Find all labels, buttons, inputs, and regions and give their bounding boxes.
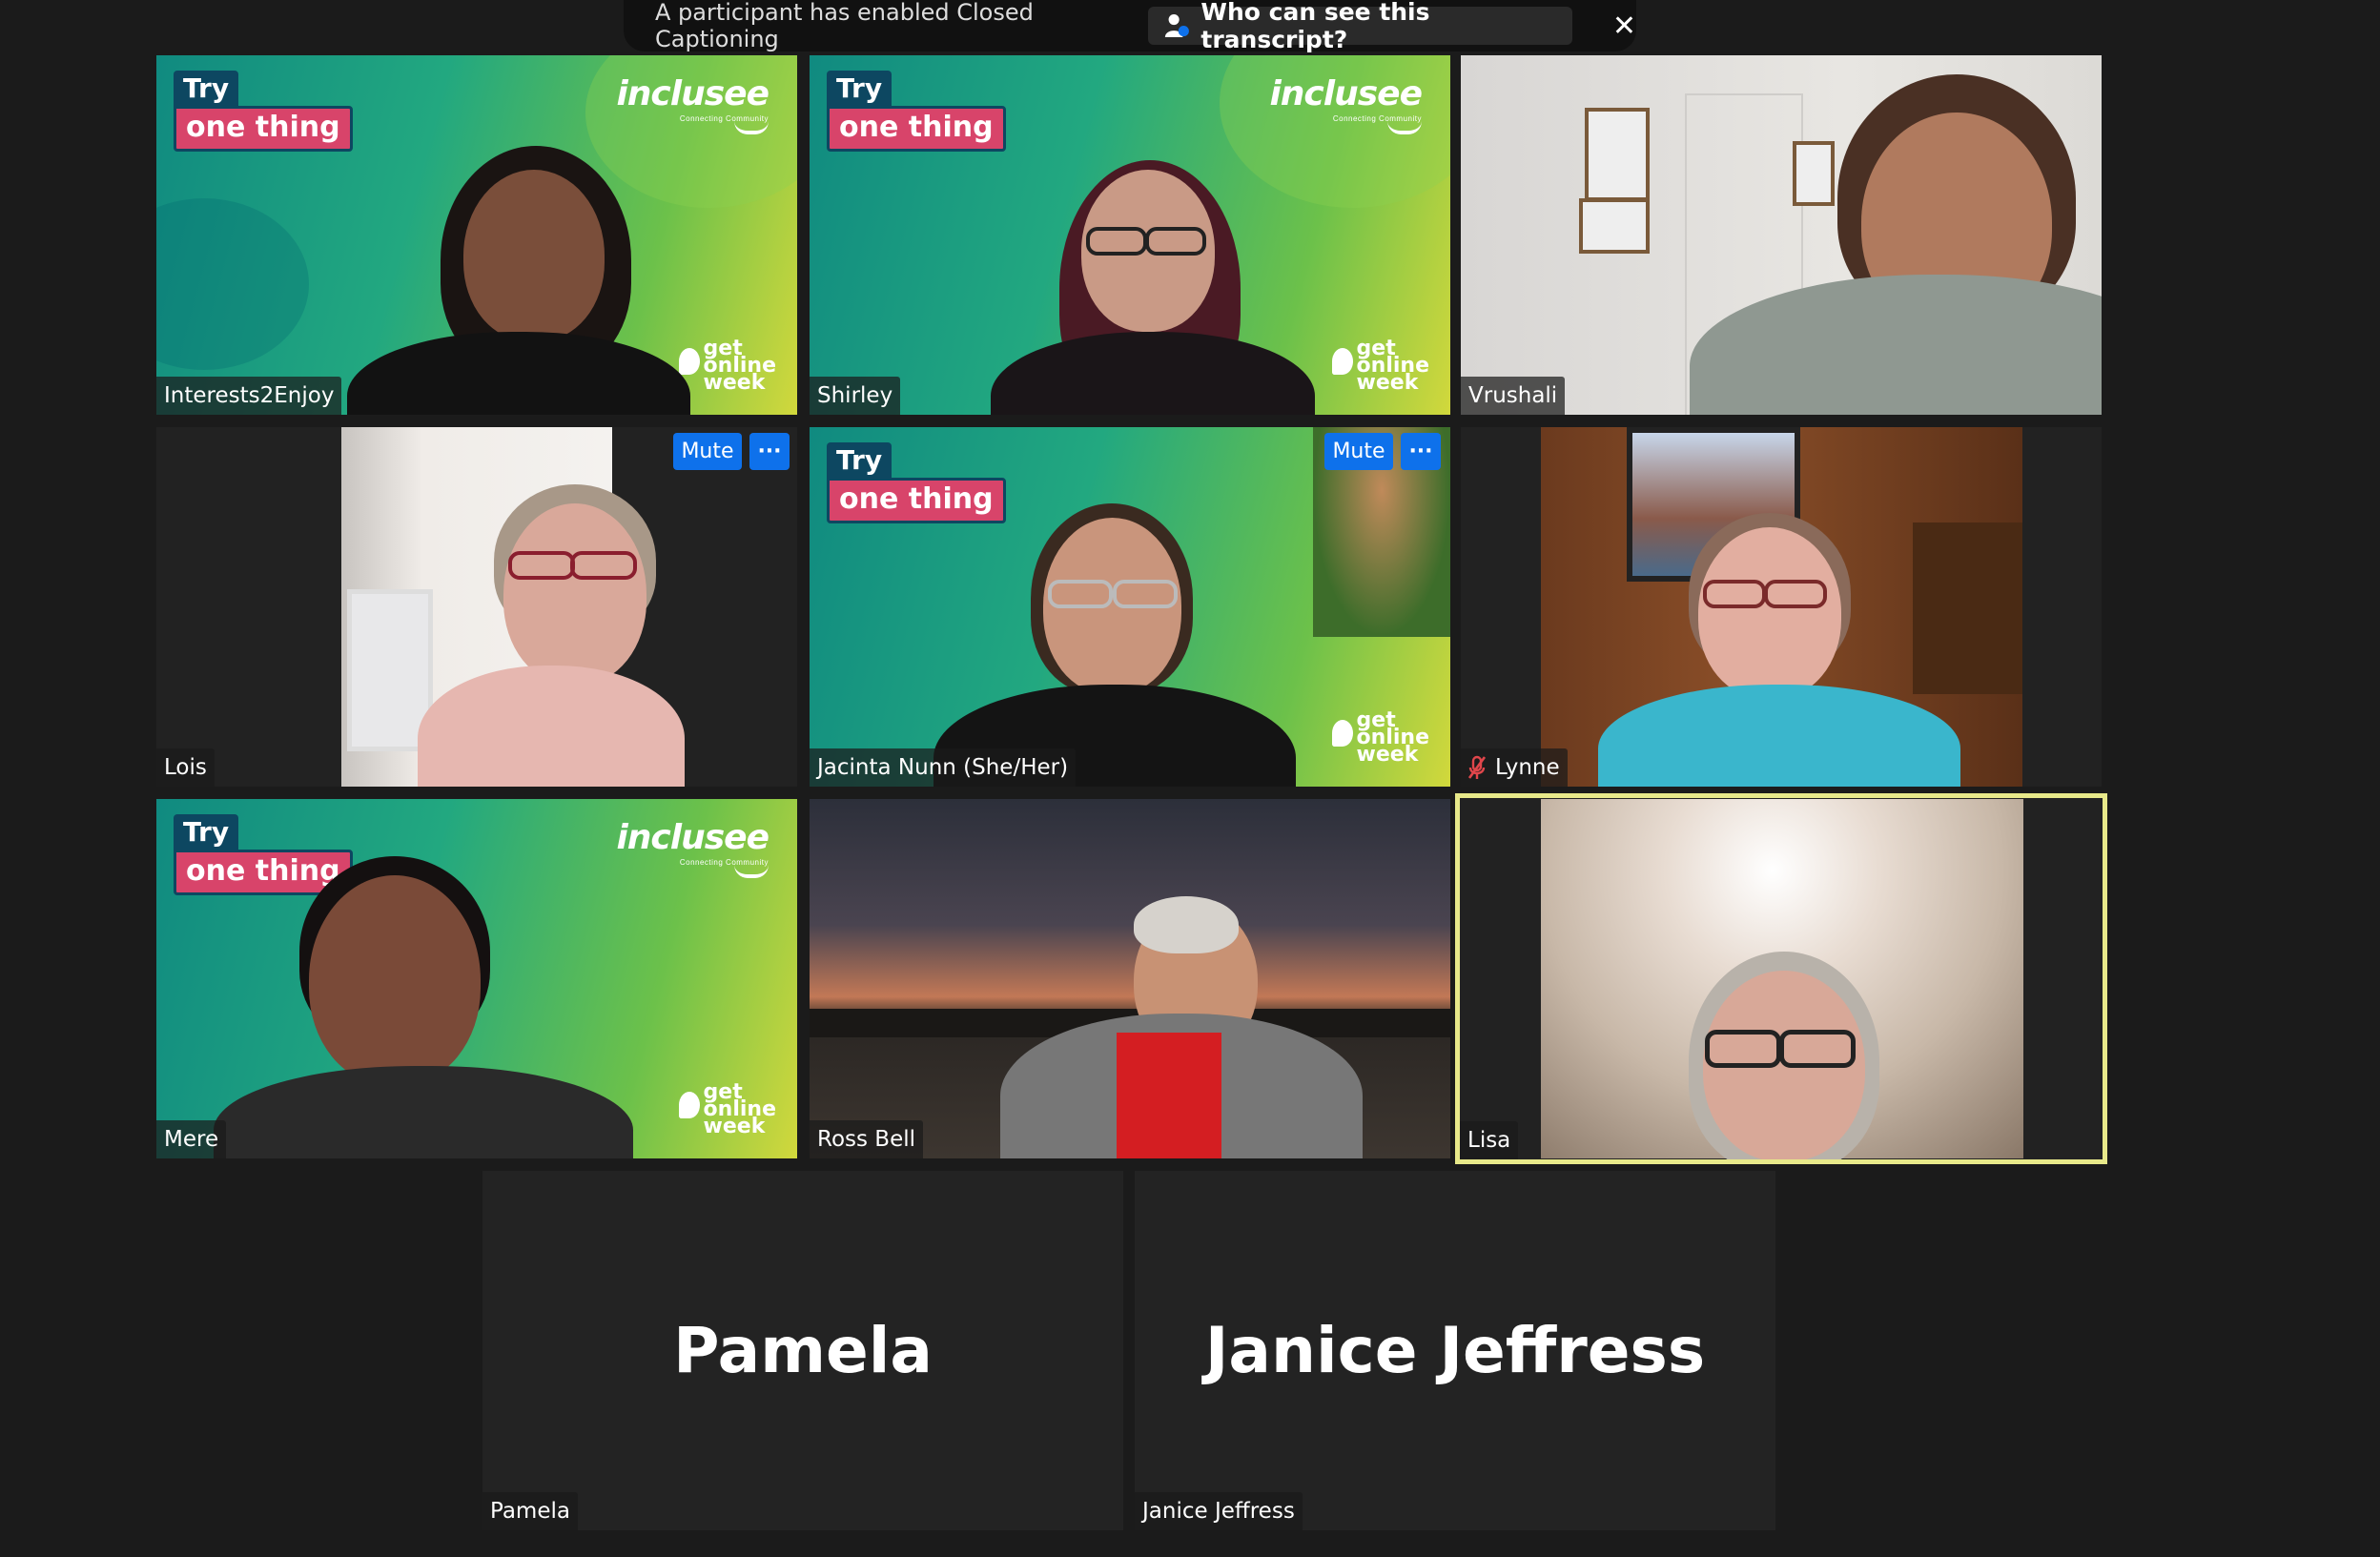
mute-participant-button[interactable]: Mute: [673, 433, 742, 470]
inclusee-logo: inclusee Connecting Community: [1269, 76, 1423, 134]
get-online-week-logo: get online week: [678, 338, 776, 394]
who-can-see-transcript-button[interactable]: Who can see this transcript?: [1147, 0, 1572, 53]
get-online-week-logo: get online week: [678, 1082, 776, 1137]
video-tile-jacinta-nunn[interactable]: Try one thing get online week Mute ··· Jac…: [810, 427, 1450, 787]
participant-name-label: Jacinta Nunn (She/Her): [810, 748, 1077, 787]
try-one-thing-badge: Try one thing: [827, 71, 1006, 152]
try-one-thing-badge: Try one thing: [174, 71, 353, 152]
participant-name-label: Mere: [156, 1120, 227, 1158]
participant-name-label: Janice Jeffress: [1135, 1492, 1303, 1530]
get-online-week-logo: get online week: [1331, 338, 1429, 394]
inclusee-logo: inclusee Connecting Community: [616, 820, 769, 878]
video-tile-lynne[interactable]: Lynne: [1461, 427, 2102, 787]
mute-participant-button[interactable]: Mute: [1324, 433, 1393, 470]
close-icon[interactable]: ✕: [1612, 10, 1636, 43]
more-options-button[interactable]: ···: [1401, 433, 1441, 470]
video-tile-ross-bell[interactable]: Ross Bell: [810, 799, 1450, 1158]
participant-name-label: Ross Bell: [810, 1120, 924, 1158]
participant-name-label: Lois: [156, 748, 215, 787]
participant-name-label: Vrushali: [1461, 377, 1566, 415]
participant-name-label: Shirley: [810, 377, 901, 415]
video-tile-janice-jeffress[interactable]: Janice Jeffress Janice Jeffress: [1135, 1171, 1775, 1530]
try-one-thing-badge: Try one thing: [174, 814, 353, 895]
video-tile-lois[interactable]: Mute ··· Lois: [156, 427, 797, 787]
inclusee-logo: inclusee Connecting Community: [616, 76, 769, 134]
participant-name-label: Lynne: [1461, 748, 1568, 787]
participant-name-label: Pamela: [482, 1492, 578, 1530]
video-tile-vrushali[interactable]: Vrushali: [1461, 55, 2102, 415]
transcript-people-icon: [1164, 13, 1189, 38]
video-tile-lisa-active-speaker[interactable]: Lisa: [1455, 793, 2107, 1164]
video-tile-interests2enjoy[interactable]: Try one thing inclusee Connecting Commun…: [156, 55, 797, 415]
participant-display-name: Pamela: [673, 1314, 933, 1387]
closed-caption-banner: A participant has enabled Closed Caption…: [624, 0, 1636, 53]
get-online-week-logo: get online week: [1331, 710, 1429, 766]
video-tile-pamela[interactable]: Pamela Pamela: [482, 1171, 1123, 1530]
muted-microphone-icon: [1468, 755, 1486, 779]
video-tile-mere[interactable]: Try one thing inclusee Connecting Commun…: [156, 799, 797, 1158]
caption-message: A participant has enabled Closed Caption…: [655, 0, 1034, 52]
who-can-see-label: Who can see this transcript?: [1200, 0, 1430, 53]
participant-name-label: Interests2Enjoy: [156, 377, 342, 415]
participant-name-label: Lisa: [1460, 1121, 1519, 1159]
video-tile-shirley[interactable]: Try one thing inclusee Connecting Commun…: [810, 55, 1450, 415]
participant-display-name: Janice Jeffress: [1204, 1314, 1706, 1387]
more-options-button[interactable]: ···: [749, 433, 790, 470]
try-one-thing-badge: Try one thing: [827, 442, 1006, 523]
